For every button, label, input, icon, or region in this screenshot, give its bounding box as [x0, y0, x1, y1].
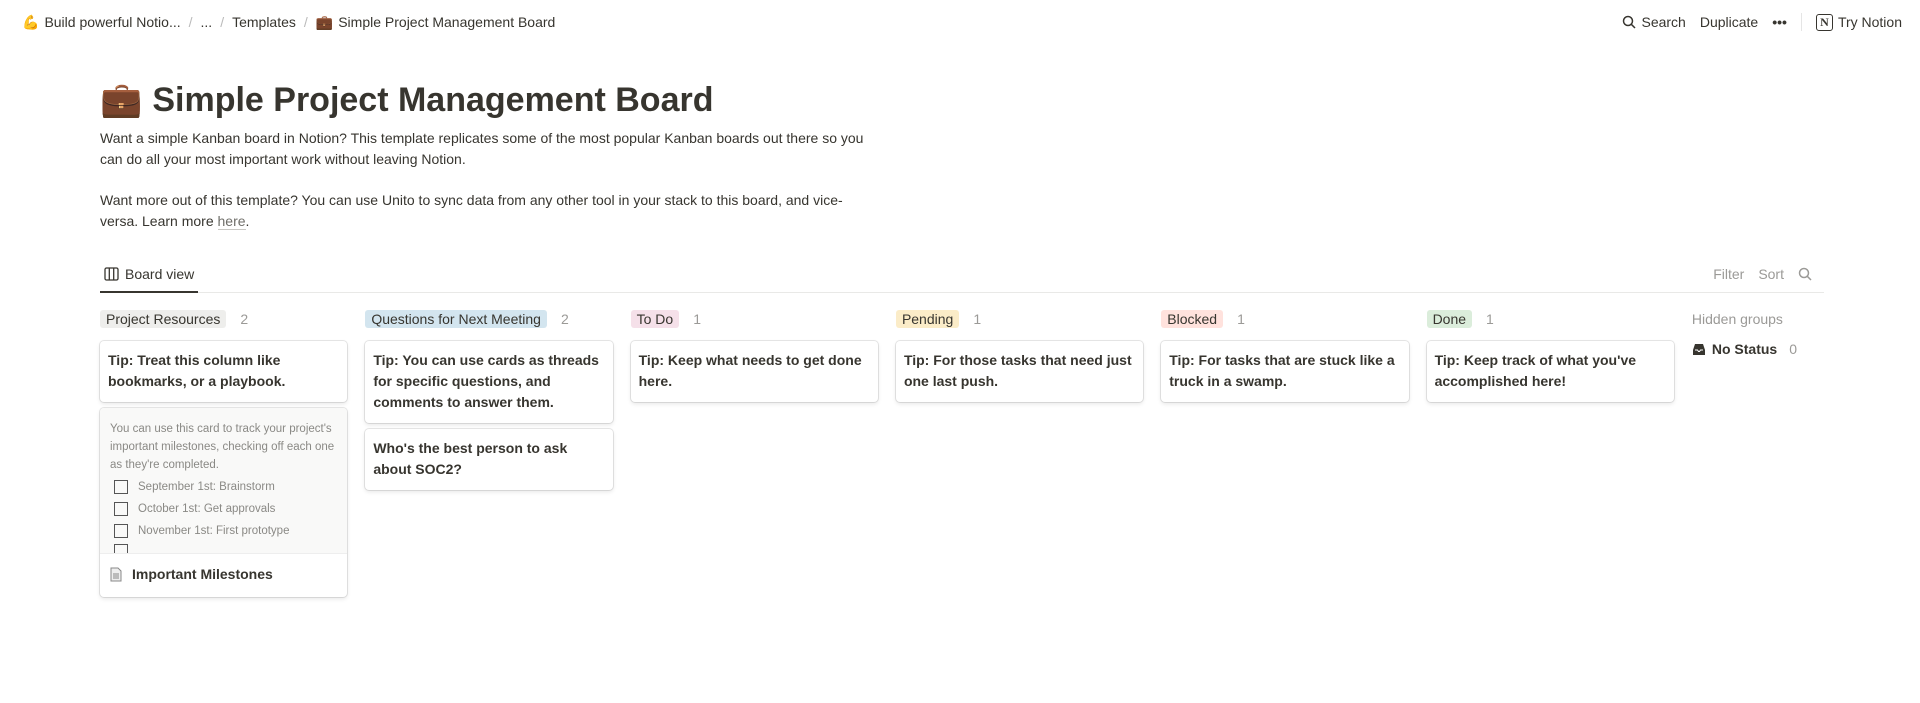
checkbox-icon [114, 480, 128, 494]
page-description: Want a simple Kanban board in Notion? Th… [100, 128, 880, 232]
status-tag: To Do [630, 310, 680, 328]
sort-button[interactable]: Sort [1758, 266, 1784, 282]
breadcrumb-separator: / [188, 14, 193, 30]
column-header[interactable]: Questions for Next Meeting 2 [365, 307, 612, 331]
status-tag: Project Resources [100, 310, 227, 328]
board-column: To Do 1 Tip: Keep what needs to get done h… [630, 307, 878, 603]
board-column: Pending 1 Tip: For those tasks that need j… [895, 307, 1144, 603]
board-column: Project Resources 2 Tip: Treat this column… [100, 307, 348, 603]
kanban-board: Project Resources 2 Tip: Treat this column… [100, 307, 1824, 603]
breadcrumb-item[interactable]: ... [197, 12, 217, 32]
page-content: 💼 Simple Project Management Board Want a … [100, 80, 1824, 603]
briefcase-icon: 💼 [100, 81, 143, 119]
duplicate-button[interactable]: Duplicate [1700, 14, 1758, 30]
page-title: 💼 Simple Project Management Board [100, 80, 714, 120]
board-card[interactable]: Who's the best person to ask about SOC2? [365, 429, 613, 490]
breadcrumb-item[interactable]: 💪 Build powerful Notio... [18, 12, 185, 33]
board-column: Questions for Next Meeting 2 Tip: You can … [365, 307, 613, 603]
checklist-item: October 1st: Get approvals [114, 500, 337, 518]
checkbox-icon [114, 544, 128, 553]
board-icon [104, 266, 119, 281]
status-tag: Blocked [1161, 310, 1224, 328]
search-icon [1623, 15, 1637, 29]
breadcrumb-item[interactable]: 💼 Simple Project Management Board [312, 12, 560, 33]
board-column: Done 1 Tip: Keep track of what you've acco… [1426, 307, 1674, 603]
status-tag: Pending [895, 310, 960, 328]
filter-button[interactable]: Filter [1713, 266, 1744, 282]
column-count: 2 [560, 311, 569, 327]
learn-more-link[interactable]: here [217, 213, 246, 230]
column-header[interactable]: Done 1 [1426, 307, 1674, 331]
page-icon [110, 567, 122, 582]
status-tag: Questions for Next Meeting [365, 310, 547, 328]
breadcrumb-separator: / [220, 14, 225, 30]
board-card[interactable]: Tip: For tasks that are stuck like a tru… [1161, 341, 1409, 402]
divider [1800, 13, 1802, 31]
briefcase-icon: 💼 [315, 13, 334, 30]
board-card[interactable]: Tip: For those tasks that need just one … [895, 341, 1144, 402]
checkbox-icon [114, 524, 128, 538]
card-title: Tip: Treat this column like bookmarks, o… [108, 352, 286, 389]
column-count: 1 [1486, 311, 1494, 327]
checklist-item [114, 544, 337, 553]
column-header[interactable]: Project Resources 2 [100, 307, 347, 331]
flexed-biceps-icon: 💪 [22, 13, 40, 30]
tab-board-view[interactable]: Board view [100, 256, 199, 293]
card-title: Tip: For tasks that are stuck like a tru… [1169, 352, 1395, 389]
card-title: Tip: Keep track of what you've accomplis… [1434, 352, 1637, 389]
card-title: Tip: For those tasks that need just one … [903, 352, 1132, 389]
board-card[interactable]: Tip: Keep track of what you've accomplis… [1426, 341, 1674, 402]
hidden-groups: Hidden groups No Status 0 [1692, 307, 1824, 603]
description-paragraph: Want more out of this template? You can … [100, 192, 843, 230]
more-icon: ••• [1772, 14, 1787, 30]
board-card[interactable]: Tip: Treat this column like bookmarks, o… [100, 341, 348, 402]
column-header[interactable]: Pending 1 [895, 307, 1143, 331]
description-paragraph: Want a simple Kanban board in Notion? Th… [100, 130, 864, 167]
column-count: 1 [693, 311, 701, 327]
board-card[interactable]: Tip: Keep what needs to get done here. [630, 341, 878, 402]
breadcrumb-separator: / [303, 14, 308, 30]
card-title: Tip: You can use cards as threads for sp… [373, 352, 599, 410]
hidden-group-no-status[interactable]: No Status 0 [1692, 341, 1824, 357]
board-column: Blocked 1 Tip: For tasks that are stuck li… [1161, 307, 1409, 603]
status-tag: Done [1426, 310, 1473, 328]
column-header[interactable]: Blocked 1 [1161, 307, 1408, 331]
search-icon[interactable] [1798, 267, 1812, 281]
hidden-groups-label: Hidden groups [1691, 311, 1783, 327]
checklist-item: September 1st: Brainstorm [114, 478, 337, 496]
checkbox-icon [114, 502, 128, 516]
search-button[interactable]: Search [1622, 14, 1686, 30]
checklist-item: November 1st: First prototype [114, 522, 337, 540]
breadcrumb-item[interactable]: Templates [228, 12, 300, 32]
column-count: 1 [1237, 311, 1245, 327]
try-notion-button[interactable]: N Try Notion [1815, 13, 1902, 31]
inbox-icon [1692, 343, 1705, 355]
board-card[interactable]: Tip: You can use cards as threads for sp… [365, 341, 613, 423]
board-card[interactable]: You can use this card to track your proj… [100, 408, 348, 597]
card-title: Important Milestones [132, 566, 273, 582]
more-options-button[interactable]: ••• [1772, 14, 1787, 30]
column-count: 1 [973, 311, 982, 327]
topbar: 💪 Build powerful Notio... / ... / Templat… [0, 0, 1920, 44]
card-title: Tip: Keep what needs to get done here. [638, 352, 862, 389]
card-title: Who's the best person to ask about SOC2? [373, 440, 568, 477]
notion-logo-icon: N [1815, 13, 1833, 31]
column-header[interactable]: To Do 1 [630, 307, 878, 331]
view-bar: Board view Filter Sort [100, 256, 1824, 293]
card-preview: You can use this card to track your proj… [100, 408, 348, 554]
column-count: 2 [240, 311, 249, 327]
